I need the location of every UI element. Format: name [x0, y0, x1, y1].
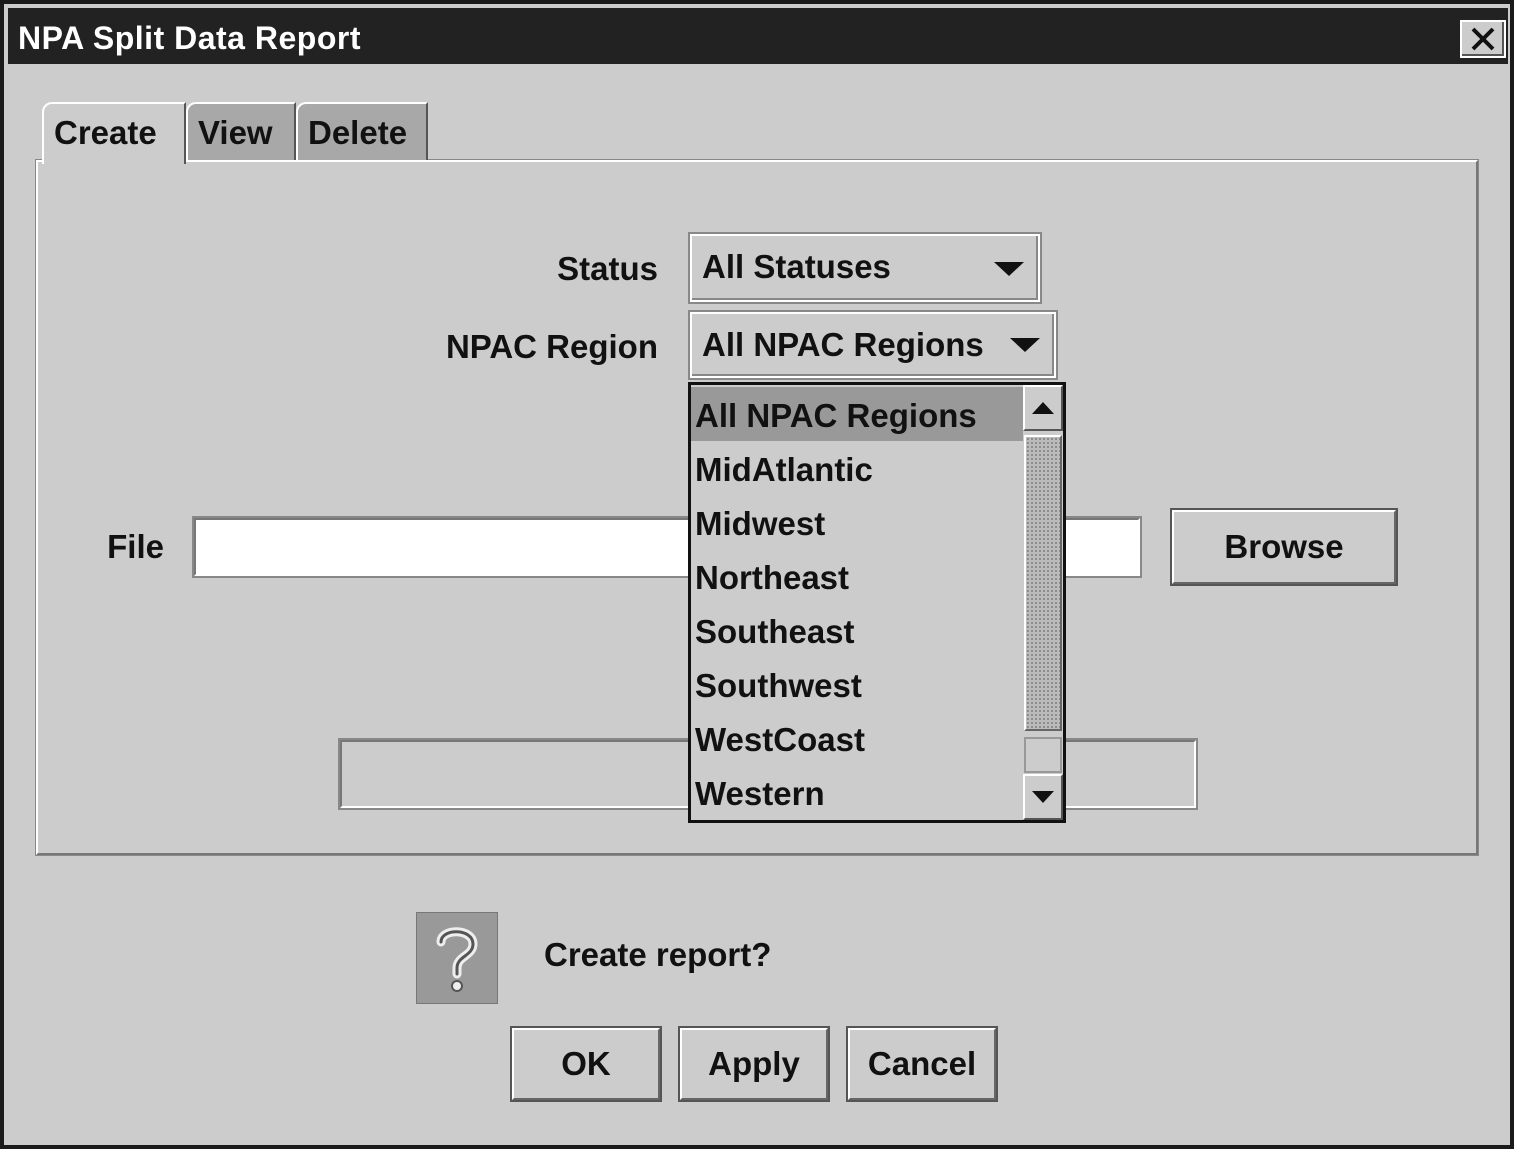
npac-region-label: NPAC Region [445, 328, 658, 365]
tab-view[interactable]: View [186, 102, 296, 160]
dropdown-option-southwest[interactable]: Southwest [691, 657, 1023, 711]
status-select-value: All Statuses [702, 248, 891, 285]
dropdown-option-southeast[interactable]: Southeast [691, 603, 1023, 657]
scrollbar-thumb[interactable] [1024, 435, 1062, 731]
dropdown-scrollbar[interactable] [1023, 385, 1063, 820]
chevron-down-icon [1010, 338, 1040, 352]
title-bar[interactable]: NPA Split Data Report [8, 8, 1508, 64]
question-icon [416, 912, 498, 1004]
scroll-down-button[interactable] [1023, 774, 1063, 820]
arrow-up-icon [1032, 402, 1054, 414]
status-label: Status [557, 250, 658, 287]
arrow-down-icon [1032, 791, 1054, 803]
ok-button[interactable]: OK [510, 1026, 662, 1102]
chevron-down-icon [994, 262, 1024, 276]
dropdown-option-midatlantic[interactable]: MidAtlantic [691, 441, 1023, 495]
browse-button-label: Browse [1224, 528, 1344, 565]
scroll-up-button[interactable] [1023, 385, 1063, 431]
npac-region-select-value: All NPAC Regions [702, 326, 984, 363]
status-select[interactable]: All Statuses [688, 232, 1042, 304]
tab-delete-label: Delete [308, 114, 408, 151]
close-icon [1471, 27, 1495, 51]
tab-view-label: View [198, 114, 273, 151]
cancel-button[interactable]: Cancel [846, 1026, 998, 1102]
dropdown-option-all-npac-regions[interactable]: All NPAC Regions [691, 387, 1023, 441]
dropdown-options: All NPAC Regions MidAtlantic Midwest Nor… [691, 385, 1023, 820]
window-title: NPA Split Data Report [18, 20, 361, 56]
tab-create-label: Create [54, 114, 157, 151]
dropdown-option-midwest[interactable]: Midwest [691, 495, 1023, 549]
close-button[interactable] [1460, 20, 1506, 58]
apply-button[interactable]: Apply [678, 1026, 830, 1102]
dropdown-option-northeast[interactable]: Northeast [691, 549, 1023, 603]
apply-button-label: Apply [708, 1045, 800, 1082]
scrollbar-track[interactable] [1024, 737, 1062, 773]
ok-button-label: OK [561, 1045, 611, 1082]
npac-region-dropdown-list[interactable]: All NPAC Regions MidAtlantic Midwest Nor… [688, 382, 1066, 823]
dropdown-option-western[interactable]: Western [691, 765, 1023, 819]
browse-button[interactable]: Browse [1170, 508, 1398, 586]
tab-delete[interactable]: Delete [296, 102, 428, 160]
cancel-button-label: Cancel [867, 1045, 977, 1082]
tab-create[interactable]: Create [42, 102, 186, 164]
file-label: File [107, 528, 164, 565]
npac-region-select[interactable]: All NPAC Regions [688, 310, 1058, 380]
dropdown-option-westcoast[interactable]: WestCoast [691, 711, 1023, 765]
confirmation-message: Create report? [544, 936, 772, 973]
